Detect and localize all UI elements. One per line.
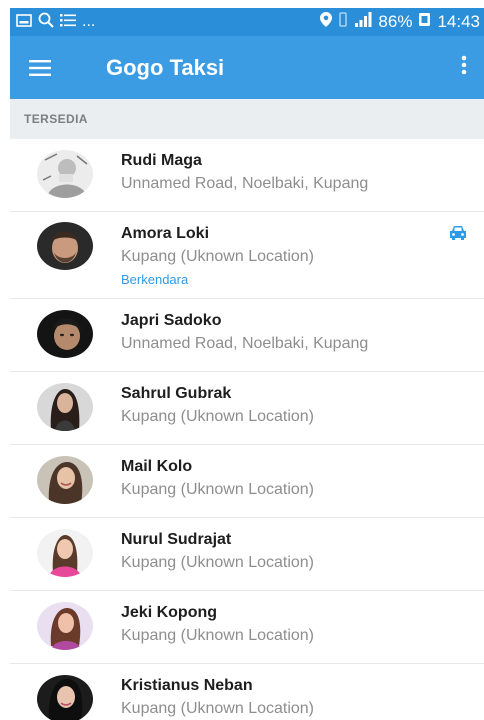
app-title: Gogo Taksi	[106, 54, 225, 80]
driver-name: Jeki Kopong	[121, 604, 218, 621]
driver-location: Kupang (Uknown Location)	[121, 554, 315, 571]
driver-name: Japri Sadoko	[121, 312, 222, 329]
avatar	[37, 222, 93, 270]
driver-row[interactable]: Nurul Sudrajat Kupang (Uknown Location)	[10, 518, 484, 591]
overflow-menu-button[interactable]	[444, 36, 484, 99]
driver-row[interactable]: Sahrul Gubrak Kupang (Uknown Location)	[10, 372, 484, 445]
search-icon	[38, 12, 54, 33]
image-icon	[16, 12, 32, 32]
battery-icon	[418, 12, 431, 32]
driver-name: Mail Kolo	[121, 458, 193, 475]
section-header-available: TERSEDIA	[10, 99, 484, 139]
driver-location: Kupang (Uknown Location)	[121, 481, 315, 498]
avatar	[37, 529, 93, 577]
hamburger-icon	[29, 59, 51, 76]
vibrate-icon	[338, 12, 348, 32]
driver-row[interactable]: Amora Loki Kupang (Uknown Location) Berk…	[10, 212, 484, 299]
menu-button[interactable]	[10, 36, 70, 99]
status-ellipsis: ...	[82, 13, 96, 30]
driver-location: Kupang (Uknown Location)	[121, 700, 315, 717]
avatar	[37, 675, 93, 720]
driver-status: Berkendara	[121, 272, 189, 287]
car-icon	[448, 224, 468, 242]
battery-percent: 86%	[378, 12, 413, 31]
driver-name: Amora Loki	[121, 225, 210, 242]
driver-name: Sahrul Gubrak	[121, 385, 232, 402]
driver-name: Kristianus Neban	[121, 677, 253, 694]
driver-name: Rudi Maga	[121, 152, 202, 169]
driver-location: Kupang (Uknown Location)	[121, 627, 315, 644]
avatar	[37, 150, 93, 198]
driver-list: Rudi Maga Unnamed Road, Noelbaki, Kupang…	[10, 139, 484, 720]
driver-row[interactable]: Japri Sadoko Unnamed Road, Noelbaki, Kup…	[10, 299, 484, 372]
driver-name: Nurul Sudrajat	[121, 531, 232, 548]
avatar	[37, 310, 93, 358]
more-vertical-icon	[461, 55, 467, 80]
signal-icon	[354, 12, 372, 32]
app-bar: Gogo Taksi	[10, 36, 484, 99]
avatar	[37, 383, 93, 431]
location-pin-icon	[320, 12, 333, 32]
driver-row[interactable]: Rudi Maga Unnamed Road, Noelbaki, Kupang	[10, 139, 484, 212]
status-bar: ... 86% 14:43	[10, 8, 484, 36]
driver-location: Unnamed Road, Noelbaki, Kupang	[121, 175, 369, 192]
driver-location: Unnamed Road, Noelbaki, Kupang	[121, 335, 369, 352]
status-bar-right: 86% 14:43	[320, 12, 480, 32]
driver-location: Kupang (Uknown Location)	[121, 408, 315, 425]
clock: 14:43	[437, 12, 480, 31]
avatar	[37, 602, 93, 650]
list-icon	[60, 12, 76, 32]
status-bar-left: ...	[16, 12, 95, 33]
driver-row[interactable]: Kristianus Neban Kupang (Uknown Location…	[10, 664, 484, 720]
driver-row[interactable]: Mail Kolo Kupang (Uknown Location)	[10, 445, 484, 518]
driver-location: Kupang (Uknown Location)	[121, 248, 315, 265]
avatar	[37, 456, 93, 504]
driver-row[interactable]: Jeki Kopong Kupang (Uknown Location)	[10, 591, 484, 664]
